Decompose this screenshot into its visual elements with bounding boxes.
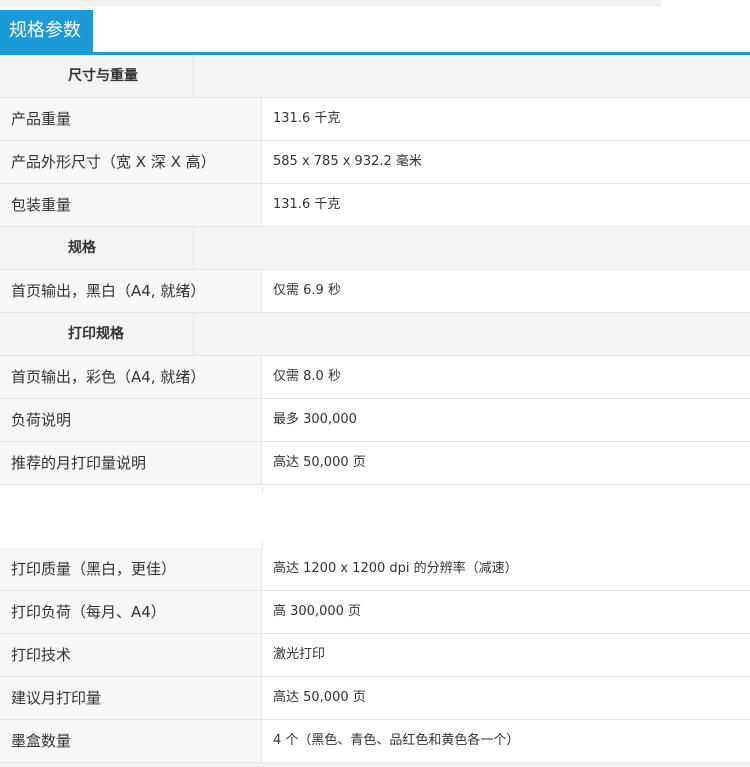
spec-row: 推荐的月打印量说明 高达 50,000 页: [0, 442, 750, 485]
spec-value: 585 x 785 x 932.2 毫米: [273, 154, 422, 169]
spec-label: 建议月打印量: [0, 677, 262, 719]
spec-value: 仅需 8.0 秒: [273, 369, 341, 384]
spec-row: 建议月打印量 高达 50,000 页: [0, 677, 750, 720]
spec-label: 推荐的月打印量说明: [0, 442, 262, 484]
spec-label: 打印负荷（每月、A4）: [0, 591, 262, 633]
spec-value: 激光打印: [273, 647, 326, 662]
spec-row: 墨盒数量 4 个（黑色、青色、品红色和黄色各一个）: [0, 720, 750, 763]
table-divider-stub: [262, 487, 263, 493]
spec-row: 打印质量（黑白，更佳） 高达 1200 x 1200 dpi 的分辨率（减速）: [0, 548, 750, 591]
spec-value: 高达 1200 x 1200 dpi 的分辨率（减速）: [273, 561, 518, 576]
spec-value: 最多 300,000: [273, 412, 357, 427]
spec-row: 包装重量 131.6 千克: [0, 184, 750, 227]
spec-label: 打印技术: [0, 634, 262, 676]
spec-table-top: 尺寸与重量 产品重量 131.6 千克 产品外形尺寸（宽 X 深 X 高） 585 x …: [0, 55, 750, 485]
spec-value: 仅需 6.9 秒: [273, 283, 341, 298]
spec-value: 4 个（黑色、青色、品红色和黄色各一个）: [273, 733, 520, 748]
spec-label: 包装重量: [0, 184, 262, 226]
spec-table-bottom: 打印质量（黑白，更佳） 高达 1200 x 1200 dpi 的分辨率（减速） 打印…: [0, 548, 750, 763]
spec-row: 打印负荷（每月、A4） 高 300,000 页: [0, 591, 750, 634]
spec-row: 首页输出，黑白（A4, 就绪） 仅需 6.9 秒: [0, 270, 750, 313]
bottom-divider: [0, 763, 750, 767]
table-divider-stub: [262, 541, 263, 548]
section-header: 尺寸与重量: [0, 55, 750, 98]
spec-row: 打印技术 激光打印: [0, 634, 750, 677]
spec-row: 负荷说明 最多 300,000: [0, 399, 750, 442]
spec-label: 产品重量: [0, 98, 262, 140]
spec-label: 首页输出，彩色（A4, 就绪）: [0, 356, 262, 398]
spec-row: 首页输出，彩色（A4, 就绪） 仅需 8.0 秒: [0, 356, 750, 399]
spec-label: 首页输出，黑白（A4, 就绪）: [0, 270, 262, 312]
spec-value: 高 300,000 页: [273, 604, 362, 619]
spec-tab[interactable]: 规格参数: [0, 10, 93, 52]
spec-row: 产品重量 131.6 千克: [0, 98, 750, 141]
spec-label: 产品外形尺寸（宽 X 深 X 高）: [0, 141, 262, 183]
spec-value: 高达 50,000 页: [273, 455, 366, 470]
spec-label: 负荷说明: [0, 399, 262, 441]
section-title: 尺寸与重量: [0, 55, 194, 97]
spec-label: 墨盒数量: [0, 720, 262, 762]
section-title: 打印规格: [0, 313, 194, 355]
section-title: 规格: [0, 227, 194, 269]
top-divider: [0, 0, 662, 7]
spec-value: 131.6 千克: [273, 111, 341, 126]
spec-value: 高达 50,000 页: [273, 690, 366, 705]
spec-label: 打印质量（黑白，更佳）: [0, 548, 262, 590]
spec-value: 131.6 千克: [273, 197, 341, 212]
section-header: 规格: [0, 227, 750, 270]
section-header: 打印规格: [0, 313, 750, 356]
spec-row: 产品外形尺寸（宽 X 深 X 高） 585 x 785 x 932.2 毫米: [0, 141, 750, 184]
